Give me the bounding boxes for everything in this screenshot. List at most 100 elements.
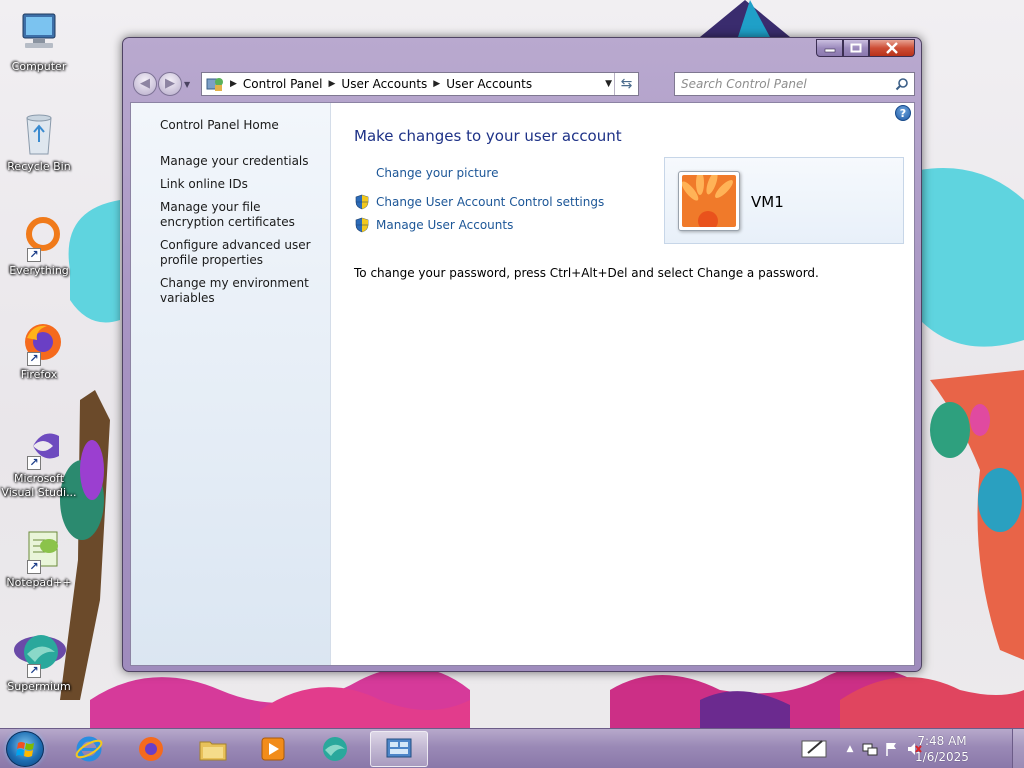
help-icon[interactable]: ?: [895, 105, 911, 121]
forward-button[interactable]: ▶: [158, 72, 182, 96]
taskbar-firefox[interactable]: [124, 731, 178, 767]
manage-user-accounts-link[interactable]: Manage User Accounts: [354, 217, 513, 233]
breadcrumb-user-accounts-current[interactable]: User Accounts: [446, 77, 532, 91]
maximize-button[interactable]: [843, 39, 869, 57]
user-picture[interactable]: [678, 171, 740, 231]
content-area: ? Control Panel Home Manage your credent…: [130, 102, 915, 666]
file-encryption-certificates-link[interactable]: Manage your file encryption certificates: [160, 200, 325, 230]
firefox-icon: ↗: [15, 318, 63, 366]
search-input[interactable]: [675, 73, 885, 95]
breadcrumb-separator-icon: ▶: [230, 79, 237, 89]
minimize-icon: [824, 48, 835, 53]
taskbar-internet-explorer[interactable]: [62, 731, 116, 767]
control-panel-icon: [386, 738, 412, 758]
breadcrumb-control-panel[interactable]: Control Panel: [243, 77, 323, 91]
link-online-ids-link[interactable]: Link online IDs: [160, 177, 325, 192]
show-hidden-icons-button[interactable]: ▲: [842, 741, 858, 757]
back-arrow-icon: ◀: [140, 76, 150, 91]
environment-variables-link[interactable]: Change my environment variables: [160, 276, 325, 306]
shortcut-arrow-icon: ↗: [27, 664, 41, 678]
supermium-icon: [323, 737, 347, 761]
uac-shield-icon: [355, 217, 369, 233]
breadcrumb-user-accounts[interactable]: User Accounts: [341, 77, 427, 91]
desktop-icon-firefox[interactable]: ↗ Firefox: [1, 318, 77, 382]
refresh-icon: ⇆: [620, 76, 633, 92]
search-box[interactable]: [674, 72, 915, 96]
breadcrumb-separator-icon[interactable]: ▶: [329, 79, 336, 89]
action-center-flag-icon[interactable]: [884, 741, 900, 757]
desktop-icon-label: Everything: [9, 264, 69, 277]
show-desktop-button[interactable]: [1012, 729, 1024, 768]
password-change-note: To change your password, press Ctrl+Alt+…: [354, 266, 819, 280]
folder-icon: [199, 741, 227, 761]
desktop-icon-label: Microsoft Visual Studi...: [1, 472, 77, 499]
task-label[interactable]: Manage User Accounts: [376, 218, 513, 232]
task-label[interactable]: Change User Account Control settings: [376, 195, 604, 209]
pen-input-icon[interactable]: [800, 737, 830, 761]
clock-time: 7:48 AM: [917, 734, 967, 748]
desktop-icon-computer[interactable]: Computer: [1, 10, 77, 74]
everything-icon: ↗: [15, 214, 63, 262]
task-label[interactable]: Change your picture: [376, 166, 498, 180]
clock-date: 1/6/2025: [915, 750, 969, 764]
network-icon[interactable]: [862, 741, 878, 757]
desktop-icon-label: Recycle Bin: [7, 160, 71, 173]
breadcrumb-separator-icon[interactable]: ▶: [433, 79, 440, 89]
recent-pages-dropdown[interactable]: ▼: [184, 80, 190, 89]
task-spacer: [354, 165, 370, 181]
address-bar[interactable]: ▶ Control Panel ▶ User Accounts ▶ User A…: [201, 72, 639, 96]
search-icon[interactable]: [895, 77, 909, 91]
desktop-icon-label: Computer: [11, 60, 67, 73]
firefox-icon: [139, 737, 163, 761]
close-icon: [886, 42, 898, 54]
taskbar-control-panel[interactable]: [370, 731, 428, 767]
flower-picture-icon: [682, 175, 736, 227]
system-tray: ▲ 7:48 AM 1/6/2025: [794, 729, 1024, 768]
taskbar-file-explorer[interactable]: [186, 731, 240, 767]
forward-arrow-icon: ▶: [165, 76, 175, 91]
control-panel-icon: [206, 76, 224, 92]
manage-credentials-link[interactable]: Manage your credentials: [160, 154, 325, 169]
clock[interactable]: 7:48 AM 1/6/2025: [912, 733, 972, 765]
desktop-icon-notepad-plus-plus[interactable]: ↗ Notepad++: [1, 526, 77, 590]
page-title: Make changes to your user account: [354, 127, 622, 145]
advanced-profile-properties-link[interactable]: Configure advanced user profile properti…: [160, 238, 325, 268]
shortcut-arrow-icon: ↗: [27, 248, 41, 262]
shortcut-arrow-icon: ↗: [27, 352, 41, 366]
user-accounts-window[interactable]: ◀ ▶ ▼ ▶ Control Panel ▶ User Accounts ▶ …: [122, 37, 922, 672]
taskbar-media-player[interactable]: [246, 731, 300, 767]
user-name: VM1: [751, 193, 784, 211]
desktop-icon-supermium[interactable]: ↗ Supermium: [1, 630, 77, 694]
desktop-icon-everything[interactable]: ↗ Everything: [1, 214, 77, 278]
visual-studio-icon: ↗: [15, 422, 63, 470]
media-player-icon: [261, 737, 285, 761]
desktop-icon-recycle-bin[interactable]: Recycle Bin: [1, 110, 77, 174]
supermium-icon: ↗: [15, 630, 63, 678]
user-account-card: VM1: [664, 157, 904, 244]
desktop-icon-label: Firefox: [20, 368, 58, 381]
refresh-button[interactable]: ⇆: [614, 73, 638, 95]
minimize-button[interactable]: [816, 39, 843, 57]
navigation-bar: ◀ ▶ ▼ ▶ Control Panel ▶ User Accounts ▶ …: [131, 71, 915, 97]
desktop-icon-label: Notepad++: [6, 576, 72, 589]
change-picture-link[interactable]: Change your picture: [354, 165, 498, 181]
desktop-icon-visual-studio[interactable]: ↗ Microsoft Visual Studi...: [1, 422, 77, 500]
back-button[interactable]: ◀: [133, 72, 157, 96]
address-dropdown-icon[interactable]: ▼: [605, 79, 612, 89]
maximize-icon: [850, 43, 862, 53]
close-button[interactable]: [869, 39, 915, 57]
caption-buttons: [816, 39, 915, 58]
taskbar-supermium[interactable]: [308, 731, 362, 767]
shortcut-arrow-icon: ↗: [27, 456, 41, 470]
internet-explorer-icon: [75, 736, 103, 762]
shortcut-arrow-icon: ↗: [27, 560, 41, 574]
control-panel-home-link[interactable]: Control Panel Home: [160, 118, 325, 133]
taskbar: ▲ 7:48 AM 1/6/2025: [0, 728, 1024, 768]
uac-shield-icon: [355, 194, 369, 210]
start-button[interactable]: [6, 731, 44, 767]
computer-icon: [15, 10, 63, 58]
change-uac-settings-link[interactable]: Change User Account Control settings: [354, 194, 604, 210]
notepad-plus-plus-icon: ↗: [15, 526, 63, 574]
recycle-bin-icon: [15, 110, 63, 158]
desktop-icon-label: Supermium: [7, 680, 71, 693]
